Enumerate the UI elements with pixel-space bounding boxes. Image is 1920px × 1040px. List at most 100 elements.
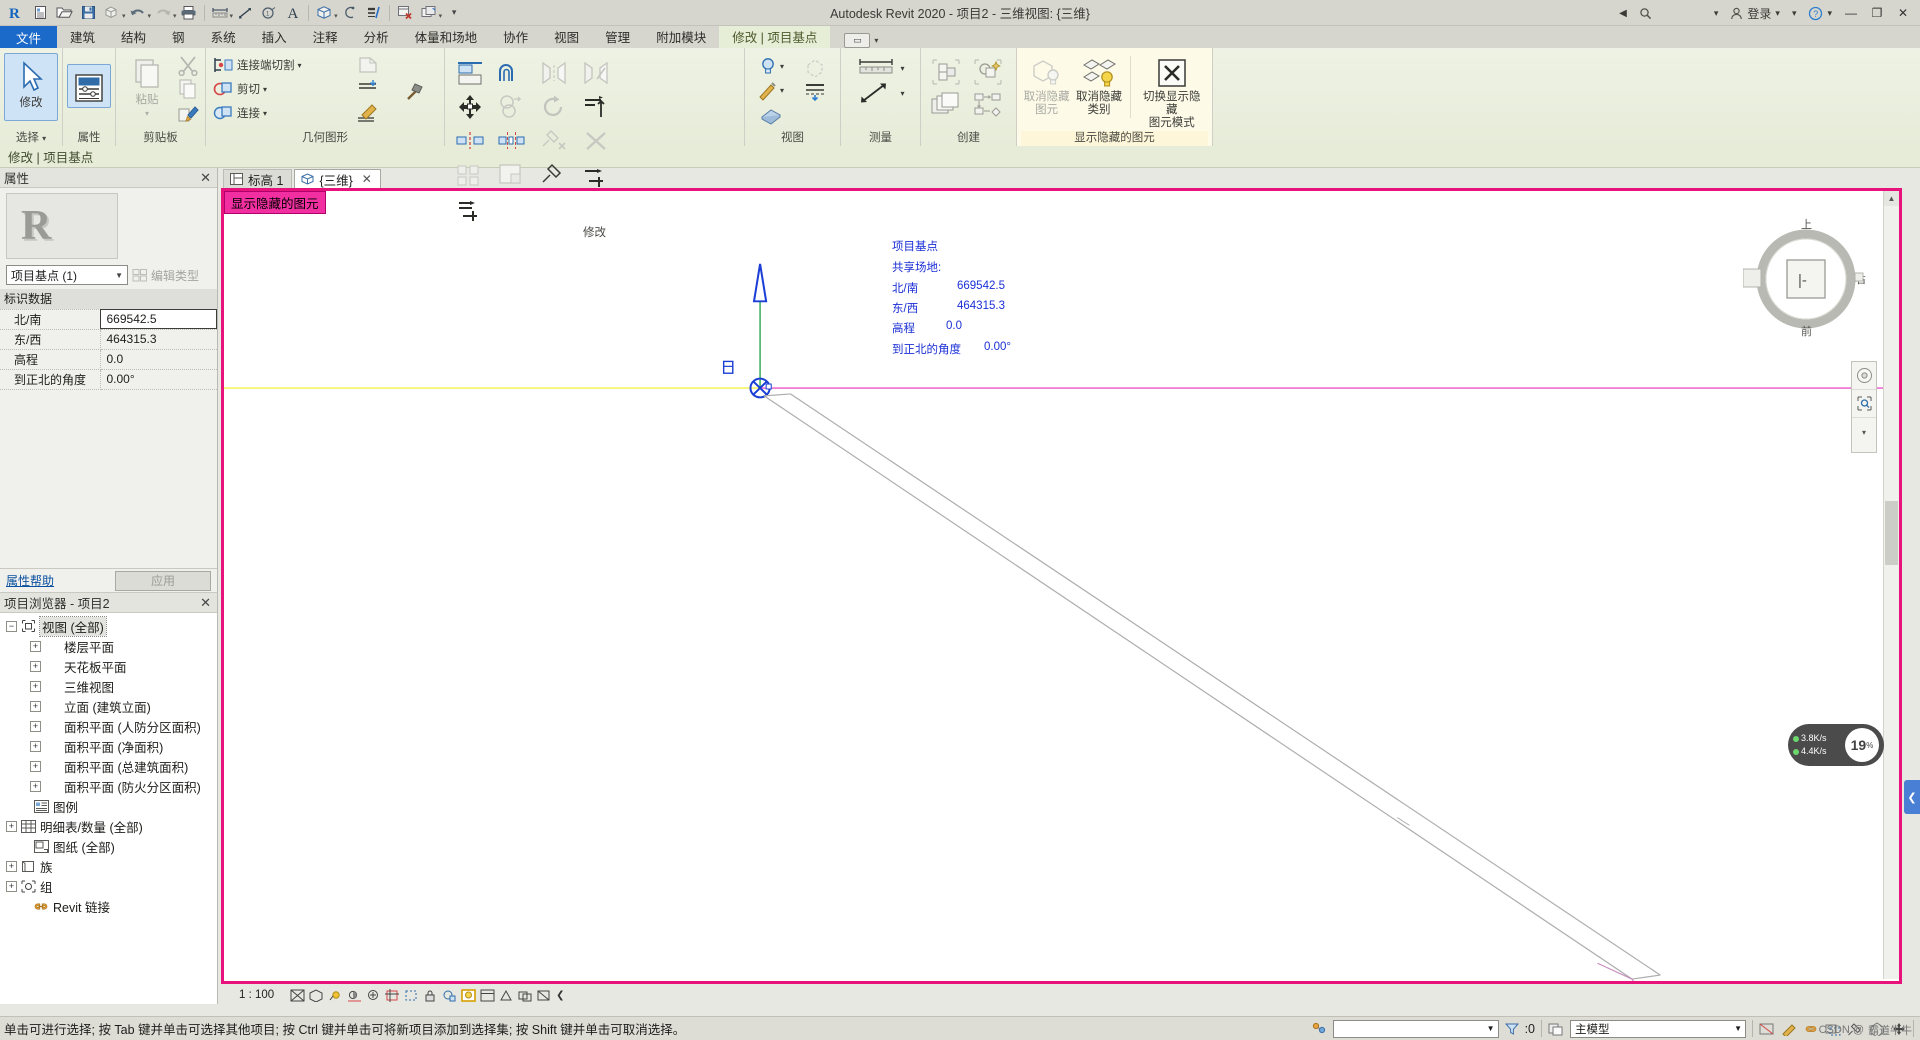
create-group-button[interactable]: [971, 57, 1005, 87]
offset-button[interactable]: [497, 59, 527, 87]
rotate-button[interactable]: [539, 93, 569, 121]
modify-button[interactable]: 修改: [4, 53, 58, 121]
expander-icon[interactable]: +: [30, 640, 41, 652]
open-icon[interactable]: [52, 2, 76, 24]
cut-geometry-button[interactable]: 剪切 ▾: [210, 77, 342, 101]
expander-icon[interactable]: +: [30, 660, 41, 672]
properties-toggle-button[interactable]: [67, 64, 111, 108]
move-button[interactable]: [455, 93, 485, 121]
view-tab-3d[interactable]: {三维} ✕: [294, 169, 381, 188]
view-cube[interactable]: |- 上 前 左 右: [1743, 213, 1869, 339]
hide-element-button[interactable]: [793, 54, 836, 78]
toggle-reveal-hidden-mode-button[interactable]: 切换显示隐藏 图元模式: [1136, 54, 1208, 130]
tree-node-views-all[interactable]: − 视图 (全部): [2, 615, 217, 637]
create-similar-button[interactable]: [929, 57, 963, 87]
tab-massing-site[interactable]: 体量和场地: [402, 26, 491, 48]
steering-wheel-button[interactable]: [1852, 362, 1876, 390]
wall-joins-button[interactable]: [343, 77, 393, 101]
analytical-model-icon[interactable]: [499, 989, 514, 1002]
tab-analyze[interactable]: 分析: [351, 26, 402, 48]
tree-node-area-plan-fire[interactable]: + 面积平面 (防火分区面积): [2, 776, 217, 796]
undo-icon[interactable]: [126, 2, 150, 24]
trim-extend-button[interactable]: [581, 93, 611, 121]
create-parts-button[interactable]: [929, 91, 963, 121]
worksharing-icon[interactable]: [1311, 1021, 1327, 1037]
constraints-icon[interactable]: [518, 989, 533, 1002]
tab-file[interactable]: 文件: [0, 26, 58, 48]
project-browser-close-icon[interactable]: ✕: [198, 595, 213, 611]
close-button[interactable]: ✕: [1890, 0, 1916, 26]
ribbon-display-options[interactable]: ▭ ▾: [830, 33, 878, 48]
reveal-hidden-button[interactable]: ▾: [749, 54, 792, 78]
exclude-options-icon[interactable]: [1759, 1022, 1775, 1036]
unhide-category-button[interactable]: 取消隐藏 类别: [1073, 54, 1124, 117]
zoom-dropdown-button[interactable]: ▾: [1852, 418, 1876, 446]
view-scale-label[interactable]: 1 : 100: [239, 989, 274, 1001]
design-option-combo[interactable]: 主模型 ▼: [1570, 1019, 1746, 1038]
editable-only-icon[interactable]: [1781, 1022, 1797, 1036]
minimize-button[interactable]: —: [1838, 0, 1864, 26]
zoom-region-button[interactable]: [1852, 390, 1876, 418]
filter-combo[interactable]: ▼: [1332, 1019, 1499, 1038]
maximize-button[interactable]: ❐: [1864, 0, 1890, 26]
match-type-button[interactable]: [175, 101, 201, 125]
scroll-thumb[interactable]: [1885, 501, 1898, 565]
property-value-east-west[interactable]: 464315.3: [100, 329, 217, 350]
tree-node-families[interactable]: + 族: [2, 856, 217, 876]
expander-icon[interactable]: +: [6, 860, 17, 872]
property-row-north-south[interactable]: 北/南 669542.5: [0, 309, 217, 330]
expander-icon[interactable]: +: [30, 680, 41, 692]
print-icon[interactable]: [177, 2, 201, 24]
split-face-button[interactable]: [343, 53, 393, 77]
unpin-button[interactable]: [539, 127, 569, 155]
split-element-button[interactable]: [455, 127, 485, 155]
tab-view[interactable]: 视图: [541, 26, 592, 48]
redo-icon[interactable]: [151, 2, 175, 24]
search-prev-icon[interactable]: ◀: [1613, 0, 1633, 26]
tab-modify-project-base-point[interactable]: 修改 | 项目基点: [719, 26, 831, 48]
app-menu-caret-icon[interactable]: ▾: [1786, 0, 1803, 26]
shadows-icon[interactable]: [347, 989, 362, 1002]
property-row-elevation[interactable]: 高程 0.0: [0, 349, 217, 370]
revit-logo-icon[interactable]: R: [4, 2, 28, 24]
tree-node-elevations[interactable]: + 立面 (建筑立面): [2, 696, 217, 716]
paste-button[interactable]: 粘贴 ▾: [120, 53, 174, 123]
tree-node-area-plan-civil-defense[interactable]: + 面积平面 (人防分区面积): [2, 716, 217, 736]
network-speed-widget[interactable]: 3.8K/s 4.4K/s 19%: [1788, 724, 1884, 766]
trim-multiple-button[interactable]: [455, 195, 485, 223]
tab-architecture[interactable]: 建筑: [57, 26, 108, 48]
tree-node-ceiling-plans[interactable]: + 天花板平面: [2, 656, 217, 676]
split-with-gap-button[interactable]: [497, 127, 527, 155]
tab-annotate[interactable]: 注释: [300, 26, 351, 48]
array-button[interactable]: [455, 161, 485, 189]
measure-along-element-button[interactable]: ▾: [854, 81, 906, 105]
tree-node-area-plan-rentable[interactable]: + 面积平面 (净面积): [2, 736, 217, 756]
align-button[interactable]: [455, 59, 485, 87]
tab-insert[interactable]: 插入: [249, 26, 300, 48]
signin-button[interactable]: 登录 ▾: [1724, 0, 1786, 26]
expander-icon[interactable]: +: [6, 820, 17, 832]
copy-move-button[interactable]: [497, 93, 527, 121]
property-value-north-south[interactable]: 669542.5: [100, 309, 217, 330]
select-links-icon[interactable]: [1803, 1022, 1819, 1036]
expander-icon[interactable]: −: [6, 620, 17, 632]
aligned-dimension-icon[interactable]: [233, 2, 257, 24]
mirror-draw-axis-button[interactable]: [581, 59, 611, 87]
section-icon[interactable]: [338, 2, 362, 24]
tab-manage[interactable]: 管理: [592, 26, 643, 48]
properties-help-link[interactable]: 属性帮助: [6, 572, 54, 589]
text-icon[interactable]: A: [281, 2, 305, 24]
temporary-hide-isolate-icon[interactable]: [442, 989, 457, 1002]
paint-button[interactable]: [343, 101, 393, 125]
expander-icon[interactable]: +: [30, 700, 41, 712]
tree-node-revit-links[interactable]: Revit 链接: [2, 896, 217, 916]
3d-view-canvas[interactable]: 显示隐藏的图元 项目基点 共享场地: 北/南 669542.5 东/西 4643…: [221, 188, 1902, 984]
create-assembly-button[interactable]: [971, 91, 1005, 121]
tab-addins[interactable]: 附加模块: [643, 26, 719, 48]
edit-type-button[interactable]: 编辑类型: [132, 267, 199, 284]
filter-funnel-icon[interactable]: [1504, 1022, 1519, 1036]
join-geometry-button[interactable]: 连接 ▾: [210, 101, 342, 125]
cope-button[interactable]: 连接端切割 ▾: [210, 53, 342, 77]
tree-node-sheets[interactable]: 图纸 (全部): [2, 836, 217, 856]
override-graphics-button[interactable]: ▾: [749, 78, 792, 102]
